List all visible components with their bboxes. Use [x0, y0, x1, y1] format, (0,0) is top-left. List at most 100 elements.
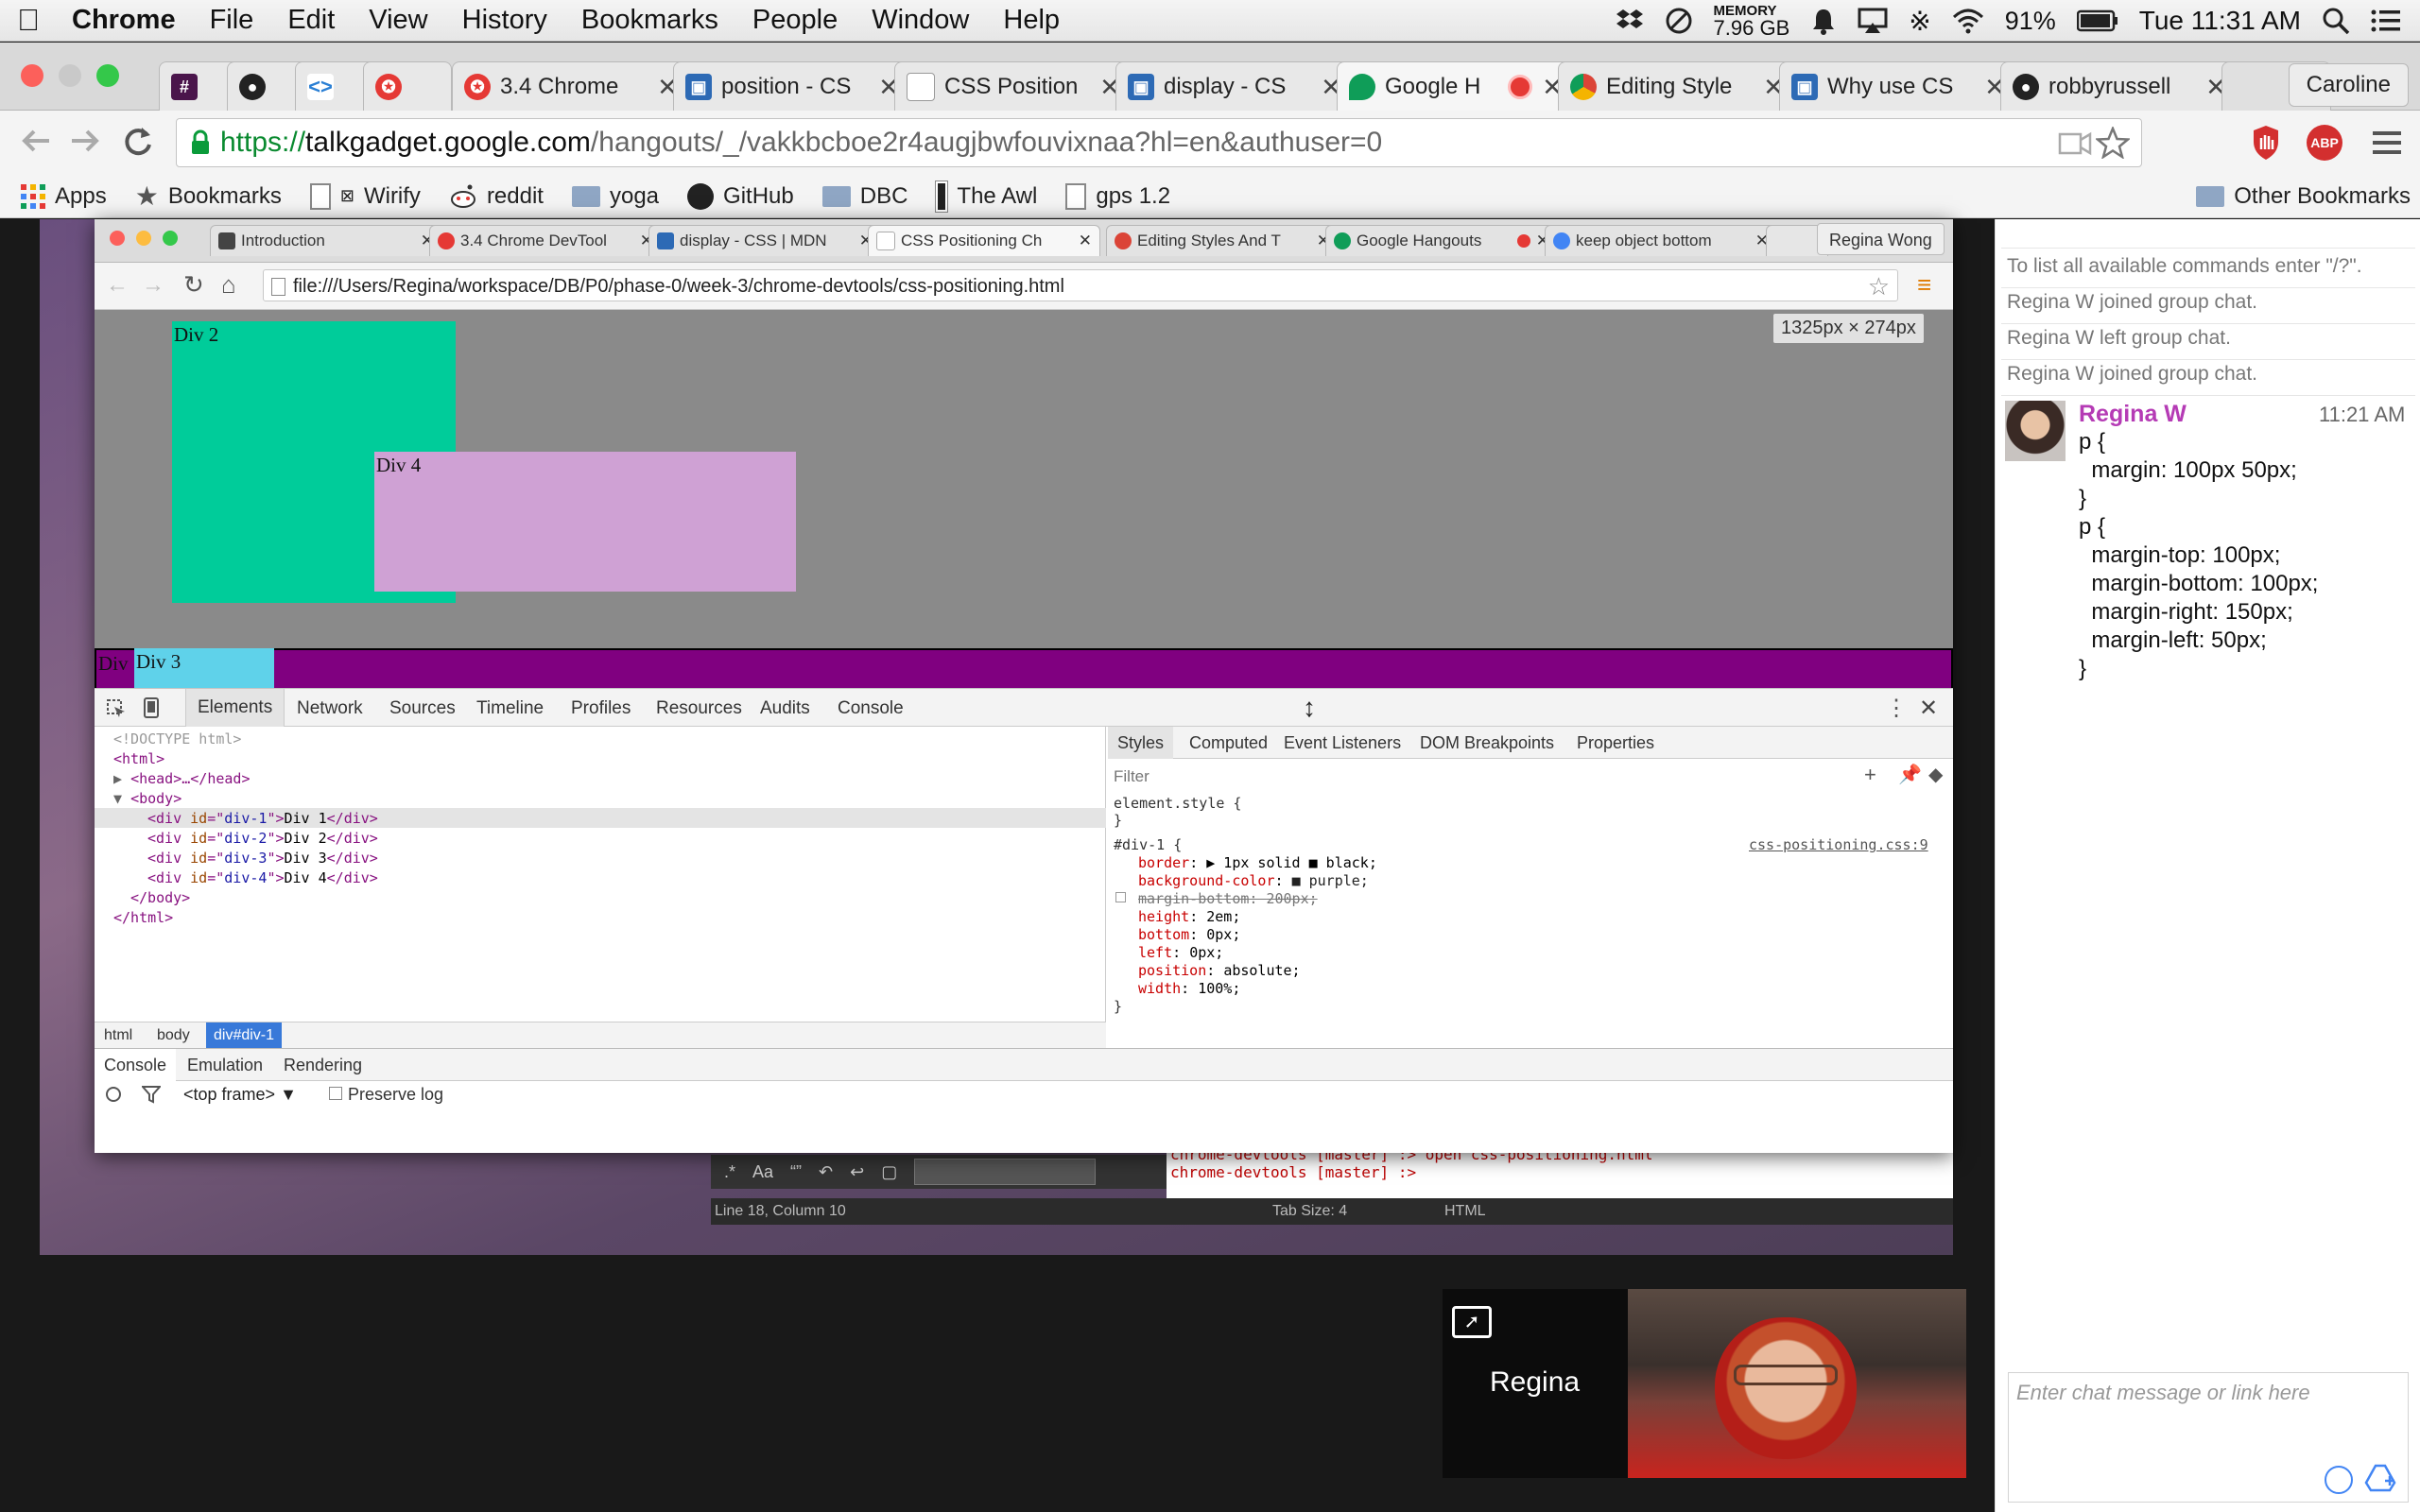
rule-border[interactable]: border: ▶ 1px solid ■ black; — [1138, 854, 1377, 871]
omnibox[interactable]: https://talkgadget.google.com/hangouts/_… — [176, 118, 2142, 167]
breadcrumb-html[interactable]: html — [104, 1027, 132, 1044]
inner-reload-button[interactable]: ↻ — [183, 270, 204, 300]
devtools-tab-profiles[interactable]: Profiles — [571, 698, 631, 719]
devtools-tab-elements[interactable]: Elements — [185, 689, 285, 727]
avatar[interactable] — [2005, 401, 2066, 461]
rule-selector[interactable]: #div-1 { — [1114, 836, 1182, 853]
clear-console-icon[interactable] — [106, 1087, 121, 1102]
syntax-mode[interactable]: HTML — [1444, 1203, 1486, 1220]
div-3-box[interactable]: Div 3 — [134, 648, 274, 688]
breadcrumb-body[interactable]: body — [157, 1027, 190, 1044]
find-input[interactable] — [914, 1159, 1097, 1185]
bookmark-wirify[interactable]: ⊠ Wirify — [309, 182, 421, 210]
devtools-tab-resources[interactable]: Resources — [656, 698, 742, 719]
inner-omnibox[interactable]: file:///Users/Regina/workspace/DB/P0/pha… — [263, 269, 1898, 301]
notification-center-icon[interactable] — [2371, 9, 2401, 33]
wifi-icon[interactable] — [1952, 8, 1984, 34]
element-state-icon[interactable]: 📌 — [1898, 763, 1922, 786]
bookmark-apps[interactable]: Apps — [21, 183, 107, 210]
devtools-tab-console[interactable]: Console — [838, 698, 904, 719]
drawer-tab-rendering[interactable]: Rendering — [284, 1056, 362, 1075]
rule-source-link[interactable]: css-positioning.css:9 — [1749, 836, 1928, 853]
devtools-tab-audits[interactable]: Audits — [760, 698, 810, 719]
present-screen-icon[interactable]: ➚ — [1452, 1306, 1492, 1338]
back-button[interactable] — [19, 124, 53, 158]
expand-arrow-icon[interactable]: ▶ — [113, 770, 130, 787]
devtools-tab-network[interactable]: Network — [297, 698, 363, 719]
tab-position-css[interactable]: ▣ position - CS ✕ — [673, 61, 911, 112]
styles-tab-styles[interactable]: Styles — [1108, 727, 1174, 759]
bluetooth-icon[interactable]: ※ — [1909, 6, 1930, 37]
dom-head[interactable]: ▶ <head>…</head> — [113, 770, 251, 787]
inner-tab-introduction[interactable]: Introduction ✕ — [210, 225, 442, 256]
filter-icon[interactable] — [142, 1085, 161, 1104]
inner-tab-hangouts[interactable]: Google Hangouts ✕ — [1325, 225, 1558, 256]
dom-body-close[interactable]: </body> — [130, 889, 190, 906]
tab-display-css[interactable]: ▣ display - CS ✕ — [1115, 61, 1354, 112]
devtools-more-icon[interactable]: ⋮ — [1885, 695, 1908, 722]
breadcrumb-div-1[interactable]: div#div-1 — [206, 1022, 283, 1049]
menu-people[interactable]: People — [735, 5, 855, 36]
menu-edit[interactable]: Edit — [270, 5, 352, 36]
devtools-tab-sources[interactable]: Sources — [389, 698, 456, 719]
dom-html-close[interactable]: </html> — [113, 909, 173, 926]
styles-tab-dom-breakpoints[interactable]: DOM Breakpoints — [1420, 733, 1554, 753]
menu-app-name[interactable]: Chrome — [57, 5, 193, 36]
bookmark-the-awl[interactable]: The Awl — [935, 180, 1037, 213]
styles-filter-input[interactable] — [1112, 765, 1679, 789]
div-1-box[interactable]: Div — [95, 648, 1953, 688]
rule-checkbox[interactable] — [1115, 892, 1126, 902]
rule-background-color[interactable]: background-color: ■ purple; — [1138, 872, 1369, 889]
inner-close-dot[interactable] — [110, 231, 125, 246]
inner-tab-editing-styles[interactable]: Editing Styles And T ✕ — [1106, 225, 1339, 256]
rule-left[interactable]: left: 0px; — [1138, 944, 1223, 961]
bookmark-reddit[interactable]: reddit — [449, 183, 544, 210]
chat-input[interactable]: Enter chat message or link here — [2008, 1372, 2409, 1503]
regex-toggle-icon[interactable]: .* — [724, 1162, 735, 1182]
inner-zoom-dot[interactable] — [163, 231, 178, 246]
drive-share-icon[interactable] — [2364, 1464, 2396, 1494]
menu-view[interactable]: View — [352, 5, 444, 36]
styles-tab-event-listeners[interactable]: Event Listeners — [1284, 733, 1401, 753]
menu-help[interactable]: Help — [986, 5, 1077, 36]
div-4-box[interactable]: Div 4 — [374, 452, 796, 592]
memory-indicator[interactable]: MEMORY 7.96 GB — [1714, 4, 1790, 39]
inner-tab-css-positioning[interactable]: CSS Positioning Ch ✕ — [868, 225, 1100, 256]
dropbox-icon[interactable] — [1616, 8, 1644, 34]
frame-select[interactable]: <top frame> ▼ — [183, 1085, 297, 1105]
bookmark-gps[interactable]: gps 1.2 — [1065, 182, 1170, 210]
inner-menu-icon[interactable]: ≡ — [1917, 270, 1931, 300]
bookmark-yoga[interactable]: yoga — [571, 183, 659, 210]
airplay-icon[interactable] — [1858, 8, 1888, 34]
bookmark-star-icon[interactable] — [2096, 127, 2130, 159]
styles-tab-computed[interactable]: Computed — [1189, 733, 1268, 753]
bookmark-other-bookmarks[interactable]: Other Bookmarks — [2196, 183, 2411, 210]
undo-icon[interactable]: ↶ — [819, 1162, 833, 1182]
minimize-window-button[interactable] — [59, 64, 81, 87]
styles-tab-properties[interactable]: Properties — [1577, 733, 1654, 753]
tab-google-hangouts[interactable]: Google H ✕ — [1337, 61, 1575, 112]
preserve-log-checkbox[interactable] — [329, 1087, 342, 1100]
wrap-icon[interactable]: ↩ — [850, 1162, 864, 1182]
rule-margin-bottom[interactable]: margin-bottom: 200px; — [1138, 890, 1318, 907]
tab-why-use-css[interactable]: ▣ Why use CS ✕ — [1779, 61, 2017, 112]
clock[interactable]: Tue 11:31 AM — [2139, 6, 2301, 36]
reload-button[interactable] — [121, 124, 155, 158]
word-toggle-icon[interactable]: “” — [790, 1162, 802, 1182]
forward-button[interactable] — [68, 124, 102, 158]
drawer-tab-emulation[interactable]: Emulation — [187, 1056, 263, 1075]
emoji-icon[interactable] — [2325, 1466, 2353, 1494]
tab-pinned-4[interactable]: ✪ — [363, 61, 452, 112]
tab-css-positioning[interactable]: CSS Position ✕ — [894, 61, 1132, 112]
activity-icon[interactable] — [1665, 7, 1693, 35]
rule-bottom[interactable]: bottom: 0px; — [1138, 926, 1240, 943]
profile-button[interactable]: Caroline — [2288, 63, 2409, 107]
bookmark-bookmarks[interactable]: ★ Bookmarks — [135, 180, 282, 212]
chrome-menu-icon[interactable] — [2371, 129, 2403, 157]
inner-tab-keep-object-bottom[interactable]: keep object bottom ✕ — [1545, 225, 1777, 256]
tab-robbyrussell[interactable]: ● robbyrussell ✕ — [2000, 61, 2238, 112]
battery-percent[interactable]: 91% — [2005, 7, 2056, 36]
menu-file[interactable]: File — [193, 5, 271, 36]
menu-bookmarks[interactable]: Bookmarks — [564, 5, 735, 36]
tab-editing-styles[interactable]: Editing Style ✕ — [1558, 61, 1796, 112]
